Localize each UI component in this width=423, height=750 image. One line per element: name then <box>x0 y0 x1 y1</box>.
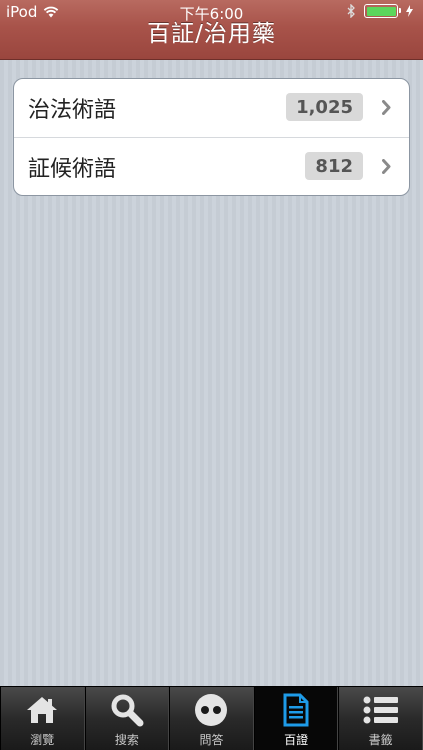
list-item-label: 証候術語 <box>28 156 117 182</box>
tab-bookmarks[interactable]: 書籤 <box>338 687 423 750</box>
tab-label: 問答 <box>199 733 224 747</box>
home-icon <box>27 697 58 723</box>
tab-qa[interactable]: 問答 <box>169 687 254 750</box>
tab-search[interactable]: 搜索 <box>84 687 170 750</box>
qa-icon <box>195 694 228 726</box>
tab-bar: 瀏覽 搜索 問答 百證 書籤 <box>0 686 423 750</box>
list-item-treatment-terms[interactable]: 治法術語 1,025 <box>14 79 409 137</box>
document-icon <box>283 693 309 727</box>
chevron-right-icon <box>382 159 391 174</box>
navigation-bar: iPod 下午6:00 百証/治用藥 <box>0 0 423 60</box>
count-badge: 1,025 <box>286 93 363 121</box>
count-badge: 812 <box>305 152 363 180</box>
chevron-right-icon <box>382 100 391 115</box>
tab-hundred-syndromes[interactable]: 百證 <box>253 687 339 750</box>
term-list: 治法術語 1,025 証候術語 812 <box>13 78 410 196</box>
search-icon <box>111 694 144 727</box>
tab-label: 瀏覽 <box>30 733 55 747</box>
tab-label: 書籤 <box>368 733 393 747</box>
tab-label: 百證 <box>284 733 309 747</box>
page-title: 百証/治用藥 <box>147 21 276 47</box>
tab-browse[interactable]: 瀏覽 <box>0 687 85 750</box>
list-item-label: 治法術語 <box>28 98 117 123</box>
list-icon <box>363 696 398 724</box>
list-item-syndrome-terms[interactable]: 証候術語 812 <box>14 137 409 195</box>
tab-label: 搜索 <box>114 733 139 747</box>
